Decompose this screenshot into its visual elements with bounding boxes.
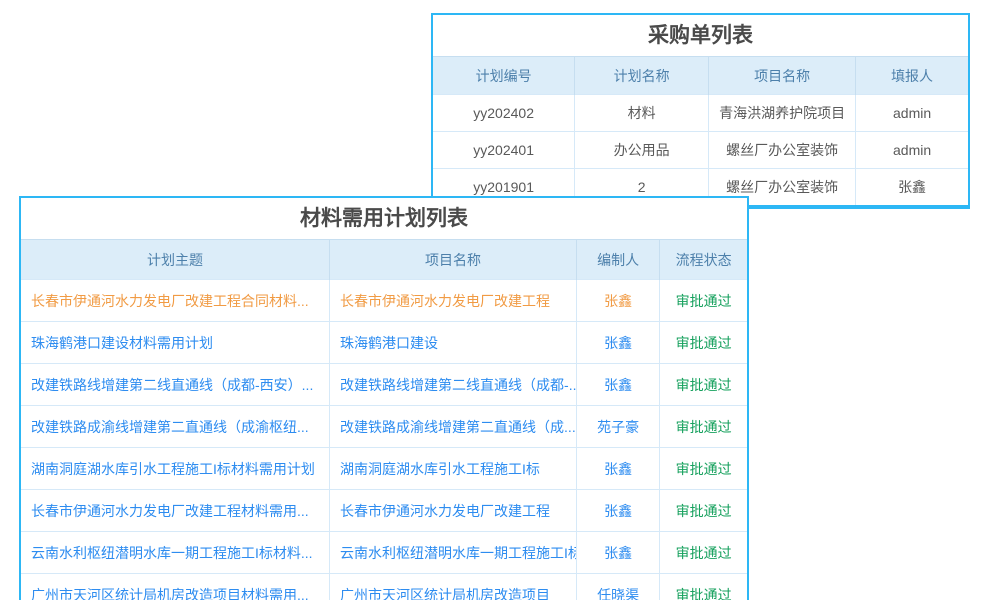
- table-row[interactable]: 改建铁路线增建第二线直通线（成都-西安）...改建铁路线增建第二线直通线（成都-…: [21, 364, 747, 406]
- col-header-project-name: 项目名称: [330, 240, 577, 280]
- cell-subject[interactable]: 广州市天河区统计局机房改造项目材料需用...: [21, 574, 330, 600]
- cell-project-name: 青海洪湖养护院项目: [709, 95, 856, 132]
- cell-subject[interactable]: 改建铁路线增建第二线直通线（成都-西安）...: [21, 364, 330, 406]
- cell-plan-no: yy202402: [433, 95, 575, 132]
- table-row[interactable]: 广州市天河区统计局机房改造项目材料需用...广州市天河区统计局机房改造项目任晓渠…: [21, 574, 747, 600]
- col-header-plan-no: 计划编号: [433, 57, 575, 95]
- cell-project-name[interactable]: 珠海鹤港口建设: [330, 322, 577, 364]
- table-row[interactable]: 长春市伊通河水力发电厂改建工程材料需用...长春市伊通河水力发电厂改建工程张鑫审…: [21, 490, 747, 532]
- cell-compiler: 张鑫: [576, 322, 659, 364]
- header-row: 计划编号 计划名称 项目名称 填报人: [433, 57, 968, 95]
- table-row[interactable]: yy202401办公用品螺丝厂办公室装饰admin: [433, 132, 968, 169]
- cell-plan-name: 材料: [575, 95, 709, 132]
- col-header-plan-name: 计划名称: [575, 57, 709, 95]
- purchase-table-body: yy202402材料青海洪湖养护院项目adminyy202401办公用品螺丝厂办…: [433, 95, 968, 206]
- cell-status: 审批通过: [660, 364, 747, 406]
- cell-status: 审批通过: [660, 532, 747, 574]
- material-panel-title: 材料需用计划列表: [21, 198, 747, 239]
- cell-plan-no: yy202401: [433, 132, 575, 169]
- col-header-compiler: 编制人: [576, 240, 659, 280]
- cell-project-name[interactable]: 长春市伊通河水力发电厂改建工程: [330, 490, 577, 532]
- dashboard: 采购单列表 计划编号 计划名称 项目名称 填报人 yy202402材料青海洪湖养…: [0, 0, 1000, 600]
- cell-compiler: 张鑫: [576, 448, 659, 490]
- col-header-reporter: 填报人: [856, 57, 968, 95]
- cell-status: 审批通过: [660, 280, 747, 322]
- table-row[interactable]: 云南水利枢纽潜明水库一期工程施工I标材料...云南水利枢纽潜明水库一期工程施工I…: [21, 532, 747, 574]
- cell-subject[interactable]: 长春市伊通河水力发电厂改建工程材料需用...: [21, 490, 330, 532]
- material-table: 计划主题 项目名称 编制人 流程状态 长春市伊通河水力发电厂改建工程合同材料..…: [21, 239, 747, 600]
- purchase-panel-title: 采购单列表: [433, 15, 968, 56]
- cell-compiler: 任晓渠: [576, 574, 659, 600]
- cell-subject[interactable]: 云南水利枢纽潜明水库一期工程施工I标材料...: [21, 532, 330, 574]
- cell-project-name[interactable]: 改建铁路成渝线增建第二直通线（成...: [330, 406, 577, 448]
- cell-reporter: 张鑫: [856, 169, 968, 206]
- table-row[interactable]: 改建铁路成渝线增建第二直通线（成渝枢纽...改建铁路成渝线增建第二直通线（成..…: [21, 406, 747, 448]
- cell-status: 审批通过: [660, 490, 747, 532]
- table-row[interactable]: yy202402材料青海洪湖养护院项目admin: [433, 95, 968, 132]
- cell-plan-name: 办公用品: [575, 132, 709, 169]
- cell-project-name[interactable]: 湖南洞庭湖水库引水工程施工I标: [330, 448, 577, 490]
- cell-compiler: 张鑫: [576, 532, 659, 574]
- cell-status: 审批通过: [660, 574, 747, 600]
- table-row[interactable]: 珠海鹤港口建设材料需用计划珠海鹤港口建设张鑫审批通过: [21, 322, 747, 364]
- cell-status: 审批通过: [660, 406, 747, 448]
- cell-project-name[interactable]: 长春市伊通河水力发电厂改建工程: [330, 280, 577, 322]
- purchase-list-panel: 采购单列表 计划编号 计划名称 项目名称 填报人 yy202402材料青海洪湖养…: [431, 13, 970, 209]
- cell-reporter: admin: [856, 132, 968, 169]
- table-row[interactable]: 长春市伊通河水力发电厂改建工程合同材料...长春市伊通河水力发电厂改建工程张鑫审…: [21, 280, 747, 322]
- cell-status: 审批通过: [660, 448, 747, 490]
- header-row: 计划主题 项目名称 编制人 流程状态: [21, 240, 747, 280]
- table-row[interactable]: 湖南洞庭湖水库引水工程施工I标材料需用计划湖南洞庭湖水库引水工程施工I标张鑫审批…: [21, 448, 747, 490]
- cell-project-name[interactable]: 云南水利枢纽潜明水库一期工程施工I标: [330, 532, 577, 574]
- cell-compiler: 张鑫: [576, 490, 659, 532]
- cell-reporter: admin: [856, 95, 968, 132]
- purchase-table: 计划编号 计划名称 项目名称 填报人 yy202402材料青海洪湖养护院项目ad…: [433, 56, 968, 205]
- cell-subject[interactable]: 长春市伊通河水力发电厂改建工程合同材料...: [21, 280, 330, 322]
- material-table-body: 长春市伊通河水力发电厂改建工程合同材料...长春市伊通河水力发电厂改建工程张鑫审…: [21, 280, 747, 600]
- material-table-header: 计划主题 项目名称 编制人 流程状态: [21, 240, 747, 280]
- cell-subject[interactable]: 改建铁路成渝线增建第二直通线（成渝枢纽...: [21, 406, 330, 448]
- col-header-plan-subject: 计划主题: [21, 240, 330, 280]
- cell-subject[interactable]: 湖南洞庭湖水库引水工程施工I标材料需用计划: [21, 448, 330, 490]
- cell-compiler: 苑子豪: [576, 406, 659, 448]
- cell-project-name[interactable]: 改建铁路线增建第二线直通线（成都-...: [330, 364, 577, 406]
- col-header-project-name: 项目名称: [709, 57, 856, 95]
- col-header-flow-status: 流程状态: [660, 240, 747, 280]
- cell-project-name: 螺丝厂办公室装饰: [709, 132, 856, 169]
- material-plan-list-panel: 材料需用计划列表 计划主题 项目名称 编制人 流程状态 长春市伊通河水力发电厂改…: [19, 196, 749, 600]
- cell-compiler: 张鑫: [576, 280, 659, 322]
- cell-project-name[interactable]: 广州市天河区统计局机房改造项目: [330, 574, 577, 600]
- cell-subject[interactable]: 珠海鹤港口建设材料需用计划: [21, 322, 330, 364]
- cell-status: 审批通过: [660, 322, 747, 364]
- purchase-table-header: 计划编号 计划名称 项目名称 填报人: [433, 57, 968, 95]
- cell-compiler: 张鑫: [576, 364, 659, 406]
